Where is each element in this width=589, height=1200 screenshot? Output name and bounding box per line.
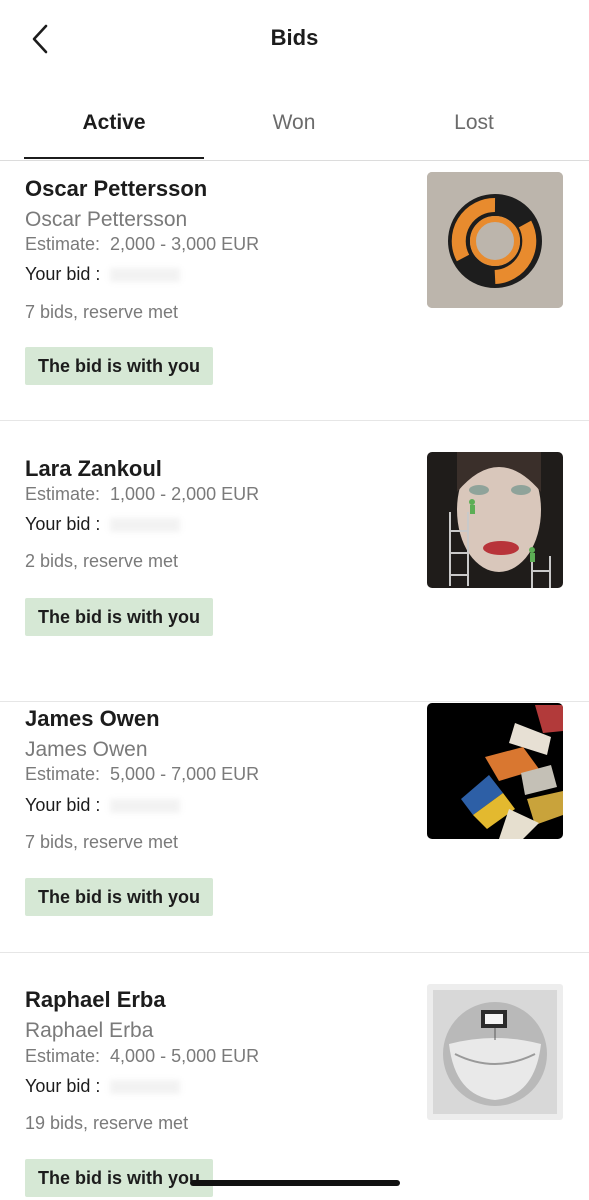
your-bid: Your bid : <box>25 795 181 816</box>
artwork-abstract-image <box>427 703 563 839</box>
hidden-bid-amount <box>110 799 181 814</box>
estimate: Estimate: 4,000 - 5,000 EUR <box>25 1046 259 1067</box>
your-bid-label: Your bid : <box>25 1076 101 1096</box>
artwork-thumbnail[interactable] <box>427 452 563 588</box>
bid-card[interactable]: Oscar Pettersson Oscar Pettersson Estima… <box>0 160 589 421</box>
artwork-thumbnail[interactable] <box>427 703 563 839</box>
your-bid-label: Your bid : <box>25 264 101 284</box>
bids-count: 7 bids, reserve met <box>25 302 179 322</box>
active-tab-indicator <box>24 157 204 159</box>
app-header: Bids <box>0 0 589 80</box>
your-bid: Your bid : <box>25 514 181 535</box>
bid-card[interactable]: Raphael Erba Raphael Erba Estimate: 4,000… <box>0 953 589 1200</box>
estimate-value: 2,000 - 3,000 EUR <box>110 234 260 254</box>
estimate-value: 5,000 - 7,000 EUR <box>110 764 260 784</box>
estimate-label: Estimate: <box>25 764 101 784</box>
bid-card[interactable]: James Owen James Owen Estimate: 5,000 - 7… <box>0 672 589 953</box>
estimate-label: Estimate: <box>25 484 101 504</box>
estimate-value: 4,000 - 5,000 EUR <box>110 1046 260 1066</box>
estimate-value: 1,000 - 2,000 EUR <box>110 484 260 504</box>
your-bid: Your bid : <box>25 1076 181 1097</box>
estimate: Estimate: 2,000 - 3,000 EUR <box>25 234 259 255</box>
bids-count: 7 bids, reserve met <box>25 832 179 852</box>
estimate-label: Estimate: <box>25 1046 101 1066</box>
hidden-bid-amount <box>110 518 181 533</box>
artwork-thumbnail[interactable] <box>427 984 563 1120</box>
your-bid-label: Your bid : <box>25 795 101 815</box>
lot-subtitle: Raphael Erba <box>25 1019 154 1042</box>
bids-count: 2 bids, reserve met <box>25 551 179 571</box>
home-indicator <box>190 1180 400 1186</box>
status-badge: The bid is with you <box>25 347 213 385</box>
status-badge: The bid is with you <box>25 1159 213 1197</box>
artist-name: Oscar Pettersson <box>25 176 208 201</box>
tab-active[interactable]: Active <box>24 100 204 146</box>
lot-subtitle: Oscar Pettersson <box>25 208 188 231</box>
artist-name: James Owen <box>25 706 160 731</box>
bid-card[interactable]: Lara Zankoul Estimate: 1,000 - 2,000 EUR … <box>0 421 589 702</box>
artwork-thumbnail[interactable] <box>427 172 563 308</box>
page-title: Bids <box>270 25 319 50</box>
lot-subtitle: James Owen <box>25 738 148 761</box>
bids-count: 19 bids, reserve met <box>25 1113 189 1133</box>
artist-name: Raphael Erba <box>25 987 166 1012</box>
hidden-bid-amount <box>110 268 181 283</box>
artwork-ring-image <box>427 172 563 308</box>
artwork-portrait-image <box>427 452 563 588</box>
tab-lost[interactable]: Lost <box>384 100 564 146</box>
hidden-bid-amount <box>110 1080 181 1095</box>
artwork-sphere-image <box>427 984 563 1120</box>
status-badge: The bid is with you <box>25 598 213 636</box>
your-bid: Your bid : <box>25 264 181 285</box>
artist-name: Lara Zankoul <box>25 456 162 481</box>
status-badge: The bid is with you <box>25 878 213 916</box>
your-bid-label: Your bid : <box>25 514 101 534</box>
tab-won[interactable]: Won <box>204 100 384 146</box>
tab-bar: Active Won Lost <box>0 100 589 161</box>
bids-list: Oscar Pettersson Oscar Pettersson Estima… <box>0 160 589 1200</box>
estimate: Estimate: 1,000 - 2,000 EUR <box>25 484 259 505</box>
estimate-label: Estimate: <box>25 234 101 254</box>
estimate: Estimate: 5,000 - 7,000 EUR <box>25 764 259 785</box>
